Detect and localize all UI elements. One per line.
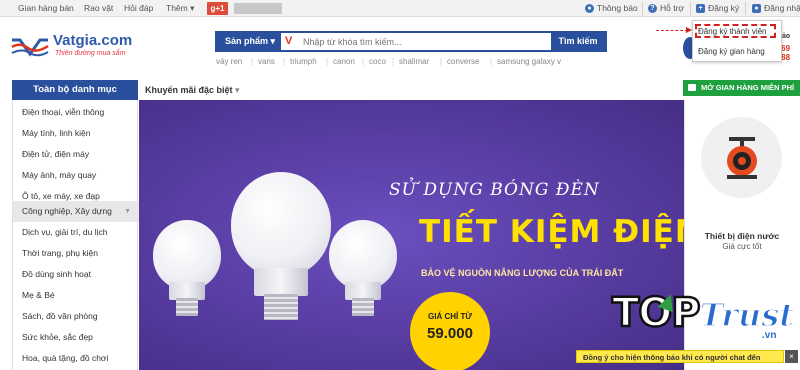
divider: | xyxy=(362,57,365,66)
link-hoi-dap[interactable]: Hỏi đáp xyxy=(124,3,153,13)
sidebar-item[interactable]: Thời trang, phụ kiện xyxy=(13,243,139,264)
sidebar-item[interactable]: Điện tử, điện máy xyxy=(13,144,139,165)
register-link[interactable]: + Đăng ký xyxy=(696,3,739,13)
notification-link[interactable]: ● Thông báo xyxy=(585,3,638,13)
user-add-icon: + xyxy=(696,3,705,13)
globe-icon: ● xyxy=(585,3,594,13)
divider: | xyxy=(251,57,254,66)
logo-name[interactable]: Vatgia.com xyxy=(53,32,132,49)
search-category-select[interactable]: Sản phẩm ▾ xyxy=(217,33,281,50)
link-gian-hang-ban[interactable]: Gian hàng bán xyxy=(18,3,74,13)
register-store-link[interactable]: Đăng ký gian hàng xyxy=(698,47,765,56)
divider xyxy=(642,2,643,15)
divider xyxy=(690,2,691,15)
category-sidebar: Điện thoại, viễn thông Máy tính, linh ki… xyxy=(12,100,139,370)
gplus-button[interactable]: g+1 xyxy=(207,2,228,15)
chevron-down-icon: ▾ xyxy=(190,3,195,13)
bulb-screw xyxy=(264,294,298,320)
annotation-arrow-head xyxy=(686,27,692,33)
sidebar-item[interactable]: Máy tính, linh kiện xyxy=(13,123,139,144)
search-bar: Sản phẩm ▾ V Tìm kiếm xyxy=(215,31,607,52)
search-input[interactable] xyxy=(301,33,551,50)
close-icon[interactable]: × xyxy=(785,350,798,363)
all-categories-button[interactable]: Toàn bộ danh mục xyxy=(12,80,138,100)
promo-menu[interactable]: Khuyến mãi đặc biệt ▾ xyxy=(145,85,240,96)
chevron-down-icon: ▼ xyxy=(124,208,131,215)
bulb-screw xyxy=(352,298,374,316)
keyword-link[interactable]: converse xyxy=(447,57,479,66)
bulb-image xyxy=(329,220,397,290)
sidebar-item[interactable]: Máy ảnh, máy quay xyxy=(13,165,139,186)
keyword-link[interactable]: coco xyxy=(369,57,386,66)
side-product-subtitle: Giá cực tốt xyxy=(722,242,762,251)
keyword-link[interactable]: triumph xyxy=(290,57,317,66)
sidebar-item[interactable]: Sức khỏe, sắc đẹp xyxy=(13,327,139,348)
sidebar-item[interactable]: Mẹ & Bé xyxy=(13,285,139,306)
divider: | xyxy=(283,57,286,66)
keyword-link[interactable]: váy ren xyxy=(216,57,242,66)
side-product-title[interactable]: Thiết bị điện nước xyxy=(684,231,800,241)
divider: | xyxy=(326,57,329,66)
sidebar-item[interactable]: Đồ dùng sinh hoạt xyxy=(13,264,139,285)
banner-title: TIẾT KIỆM ĐIỆN xyxy=(419,214,684,250)
divider: | xyxy=(392,57,395,66)
keyword-link[interactable]: vans xyxy=(258,57,275,66)
promo-banner[interactable]: SỬ DỤNG BÓNG ĐÈN TIẾT KIỆM ĐIỆN BẢO VỆ N… xyxy=(139,100,684,370)
bulb-image xyxy=(153,220,221,290)
help-icon: ? xyxy=(648,3,657,13)
banner-subtitle: BẢO VỆ NGUỒN NĂNG LƯỢNG CỦA TRÁI ĐẤT xyxy=(421,268,624,278)
chat-notification-bar[interactable]: Đồng ý cho hiện thông báo khi có người c… xyxy=(576,350,784,363)
login-link[interactable]: ● Đăng nhập xyxy=(752,3,800,13)
link-rao-vat[interactable]: Rao vặt xyxy=(84,3,113,13)
chevron-down-icon: ▾ xyxy=(235,85,240,95)
user-icon: ● xyxy=(752,3,761,13)
help-link[interactable]: ? Hỗ trợ xyxy=(648,3,684,13)
chevron-down-icon: ▾ xyxy=(270,36,276,46)
vatgia-logo-icon[interactable] xyxy=(10,32,50,60)
keyword-link[interactable]: samsung galaxy v xyxy=(497,57,561,66)
link-them[interactable]: Thêm ▾ xyxy=(166,3,194,14)
divider xyxy=(745,2,746,15)
share-counter xyxy=(234,3,282,14)
sidebar-item[interactable]: Hoa, quà tặng, đồ chơi xyxy=(13,348,139,369)
sidebar-item[interactable]: Dịch vụ, giải trí, du lịch xyxy=(13,222,139,243)
divider: | xyxy=(490,57,493,66)
free-store-button[interactable]: MỞ GIAN HÀNG MIỄN PHÍ xyxy=(683,80,800,96)
cable-reel-icon xyxy=(727,137,757,179)
logo-slogan: Thiên đường mua sắm xyxy=(55,50,126,57)
sidebar-item-active[interactable]: Công nghiệp, Xây dựng ▼ xyxy=(13,201,139,222)
bulb-base xyxy=(254,268,308,296)
register-dropdown: Đăng ký thành viên Đăng ký gian hàng xyxy=(692,20,782,62)
banner-heading: SỬ DỤNG BÓNG ĐÈN xyxy=(389,180,600,200)
annotation-arrow xyxy=(656,30,688,31)
bulb-screw xyxy=(176,298,198,316)
vatgia-v-icon: V xyxy=(285,35,293,47)
register-member-link[interactable]: Đăng ký thành viên xyxy=(698,27,767,36)
divider: | xyxy=(440,57,443,66)
bulb-image xyxy=(231,172,331,277)
store-icon xyxy=(688,84,696,91)
price-badge: GIÁ CHỈ TỪ 59.000 xyxy=(410,292,490,370)
keyword-link[interactable]: shalimar xyxy=(399,57,429,66)
keyword-link[interactable]: canon xyxy=(333,57,355,66)
sidebar-item[interactable]: Sách, đồ văn phòng xyxy=(13,306,139,327)
toptrust-watermark: TOPTrust .vn xyxy=(611,289,795,341)
top-bar: Gian hàng bán Rao vặt Hỏi đáp Thêm ▾ g+1… xyxy=(0,0,800,17)
search-button[interactable]: Tìm kiếm xyxy=(551,33,605,50)
sidebar-item[interactable]: Điện thoại, viễn thông xyxy=(13,102,139,123)
